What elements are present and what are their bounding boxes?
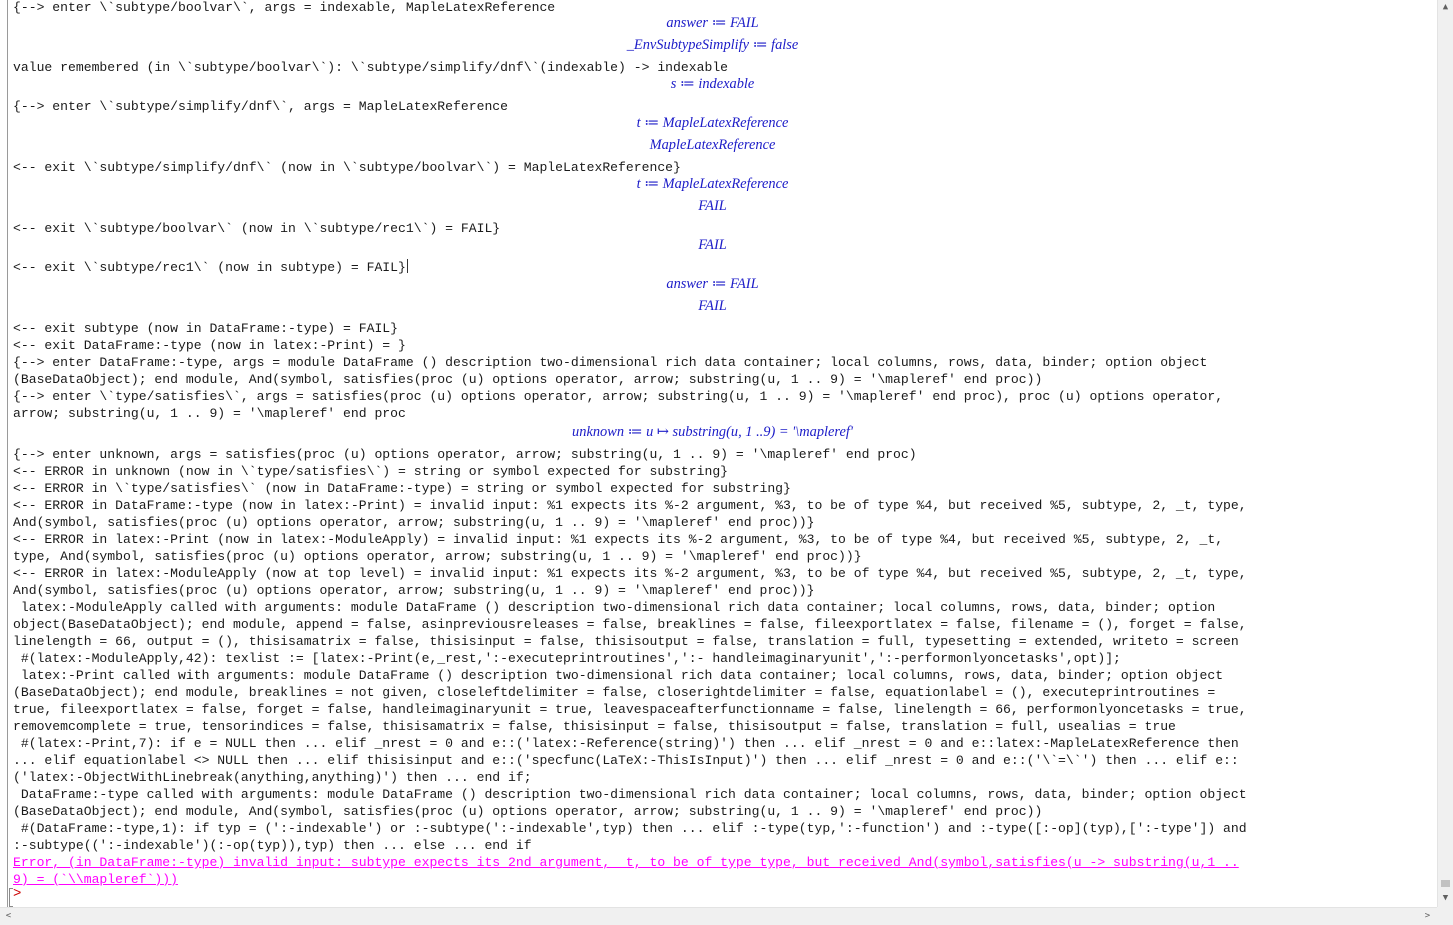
trace-line: :-subtype((':-indexable')(:-op(typ)),typ… <box>13 838 532 853</box>
scroll-down-arrow-icon[interactable]: ▼ <box>1440 893 1451 904</box>
trace-line: <-- exit subtype (now in DataFrame:-type… <box>13 321 399 336</box>
trace-line: object(BaseDataObject); end module, appe… <box>13 617 1247 632</box>
math-output: answer ≔ FAIL <box>666 276 759 292</box>
math-output: FAIL <box>698 237 727 253</box>
trace-line: #(latex:-ModuleApply,42): texlist := [la… <box>13 651 1121 666</box>
trace-line: {--> enter \`type/satisfies\`, args = sa… <box>13 389 1224 404</box>
error-message-line[interactable]: Error, (in DataFrame:-type) invalid inpu… <box>13 854 1431 871</box>
trace-line: true, fileexportlatex = false, forget = … <box>13 702 1247 717</box>
trace-line: <-- ERROR in latex:-ModuleApply (now at … <box>13 566 1247 581</box>
horizontal-scrollbar[interactable]: < > <box>0 907 1437 925</box>
math-output: FAIL <box>698 298 727 314</box>
math-output: answer ≔ FAIL <box>666 15 759 31</box>
scroll-right-arrow-icon[interactable]: > <box>1422 911 1433 922</box>
trace-line: (BaseDataObject); end module, And(symbol… <box>13 372 1043 387</box>
trace-line: {--> enter \`subtype/simplify/dnf\`, arg… <box>13 99 509 114</box>
scrollbar-corner <box>1437 907 1453 925</box>
text-cursor <box>406 259 408 273</box>
vertical-scrollbar[interactable]: ▲ ▼ <box>1437 0 1453 907</box>
trace-line: (BaseDataObject); end module, breaklines… <box>13 685 1216 700</box>
trace-line: removemcomplete = true, tensorindices = … <box>13 719 1176 734</box>
math-output: s ≔ indexable <box>670 76 755 92</box>
trace-line: <-- ERROR in \`type/satisfies\` (now in … <box>13 481 791 496</box>
math-output: t ≔ MapleLatexReference <box>636 176 789 192</box>
trace-line: <-- ERROR in latex:-Print (now in latex:… <box>13 532 1224 547</box>
math-output: FAIL <box>698 198 727 214</box>
input-prompt[interactable]: > <box>9 886 21 907</box>
trace-line: <-- ERROR in DataFrame:-type (now in lat… <box>13 498 1247 513</box>
trace-line: And(symbol, satisfies(proc (u) options o… <box>13 583 815 598</box>
math-output: MapleLatexReference <box>649 137 776 153</box>
trace-line: <-- exit \`subtype/simplify/dnf\` (now i… <box>13 160 681 175</box>
trace-line: {--> enter DataFrame:-type, args = modul… <box>13 355 1208 370</box>
trace-line: <-- ERROR in unknown (now in \`type/sati… <box>13 464 729 479</box>
error-message-line[interactable]: 9) = (`\\mapleref`))) <box>13 871 1431 888</box>
trace-line: #(DataFrame:-type,1): if typ = (':-index… <box>13 821 1247 836</box>
vertical-scroll-thumb[interactable] <box>1441 880 1450 887</box>
trace-line: <-- exit \`subtype/rec1\` (now in subtyp… <box>13 259 1431 276</box>
trace-line: And(symbol, satisfies(proc (u) options o… <box>13 515 815 530</box>
trace-line: latex:-ModuleApply called with arguments… <box>13 600 1216 615</box>
prompt-symbol: > <box>13 886 22 902</box>
scroll-up-arrow-icon[interactable]: ▲ <box>1440 2 1451 13</box>
trace-line: linelength = 66, output = (), thisisamat… <box>13 634 1239 649</box>
trace-line: ('latex:-ObjectWithLinebreak(anything,an… <box>13 770 532 785</box>
trace-line: ... elif equationlabel <> NULL then ... … <box>13 753 1239 768</box>
trace-line: value remembered (in \`subtype/boolvar\`… <box>13 60 729 75</box>
math-output: _EnvSubtypeSimplify ≔ false <box>626 37 799 53</box>
trace-line: <-- exit \`subtype/boolvar\` (now in \`s… <box>13 221 501 236</box>
trace-text: <-- exit \`subtype/rec1\` (now in subtyp… <box>13 260 406 275</box>
trace-line: (BaseDataObject); end module, And(symbol… <box>13 804 1043 819</box>
trace-line: {--> enter unknown, args = satisfies(pro… <box>13 447 917 462</box>
worksheet-document[interactable]: {--> enter \`subtype/boolvar\`, args = i… <box>0 0 1437 907</box>
math-output: unknown ≔ u ↦ substring(u, 1 ..9) = '\ma… <box>572 424 853 440</box>
trace-line: #(latex:-Print,7): if e = NULL then ... … <box>13 736 1239 751</box>
trace-line: <-- exit DataFrame:-type (now in latex:-… <box>13 338 406 353</box>
trace-line: type, And(symbol, satisfies(proc (u) opt… <box>13 549 862 564</box>
trace-line: arrow; substring(u, 1 .. 9) = '\mapleref… <box>13 406 406 421</box>
math-output: t ≔ MapleLatexReference <box>636 115 789 131</box>
trace-line: latex:-Print called with arguments: modu… <box>13 668 1224 683</box>
scroll-left-arrow-icon[interactable]: < <box>3 911 14 922</box>
trace-line: DataFrame:-type called with arguments: m… <box>13 787 1247 802</box>
